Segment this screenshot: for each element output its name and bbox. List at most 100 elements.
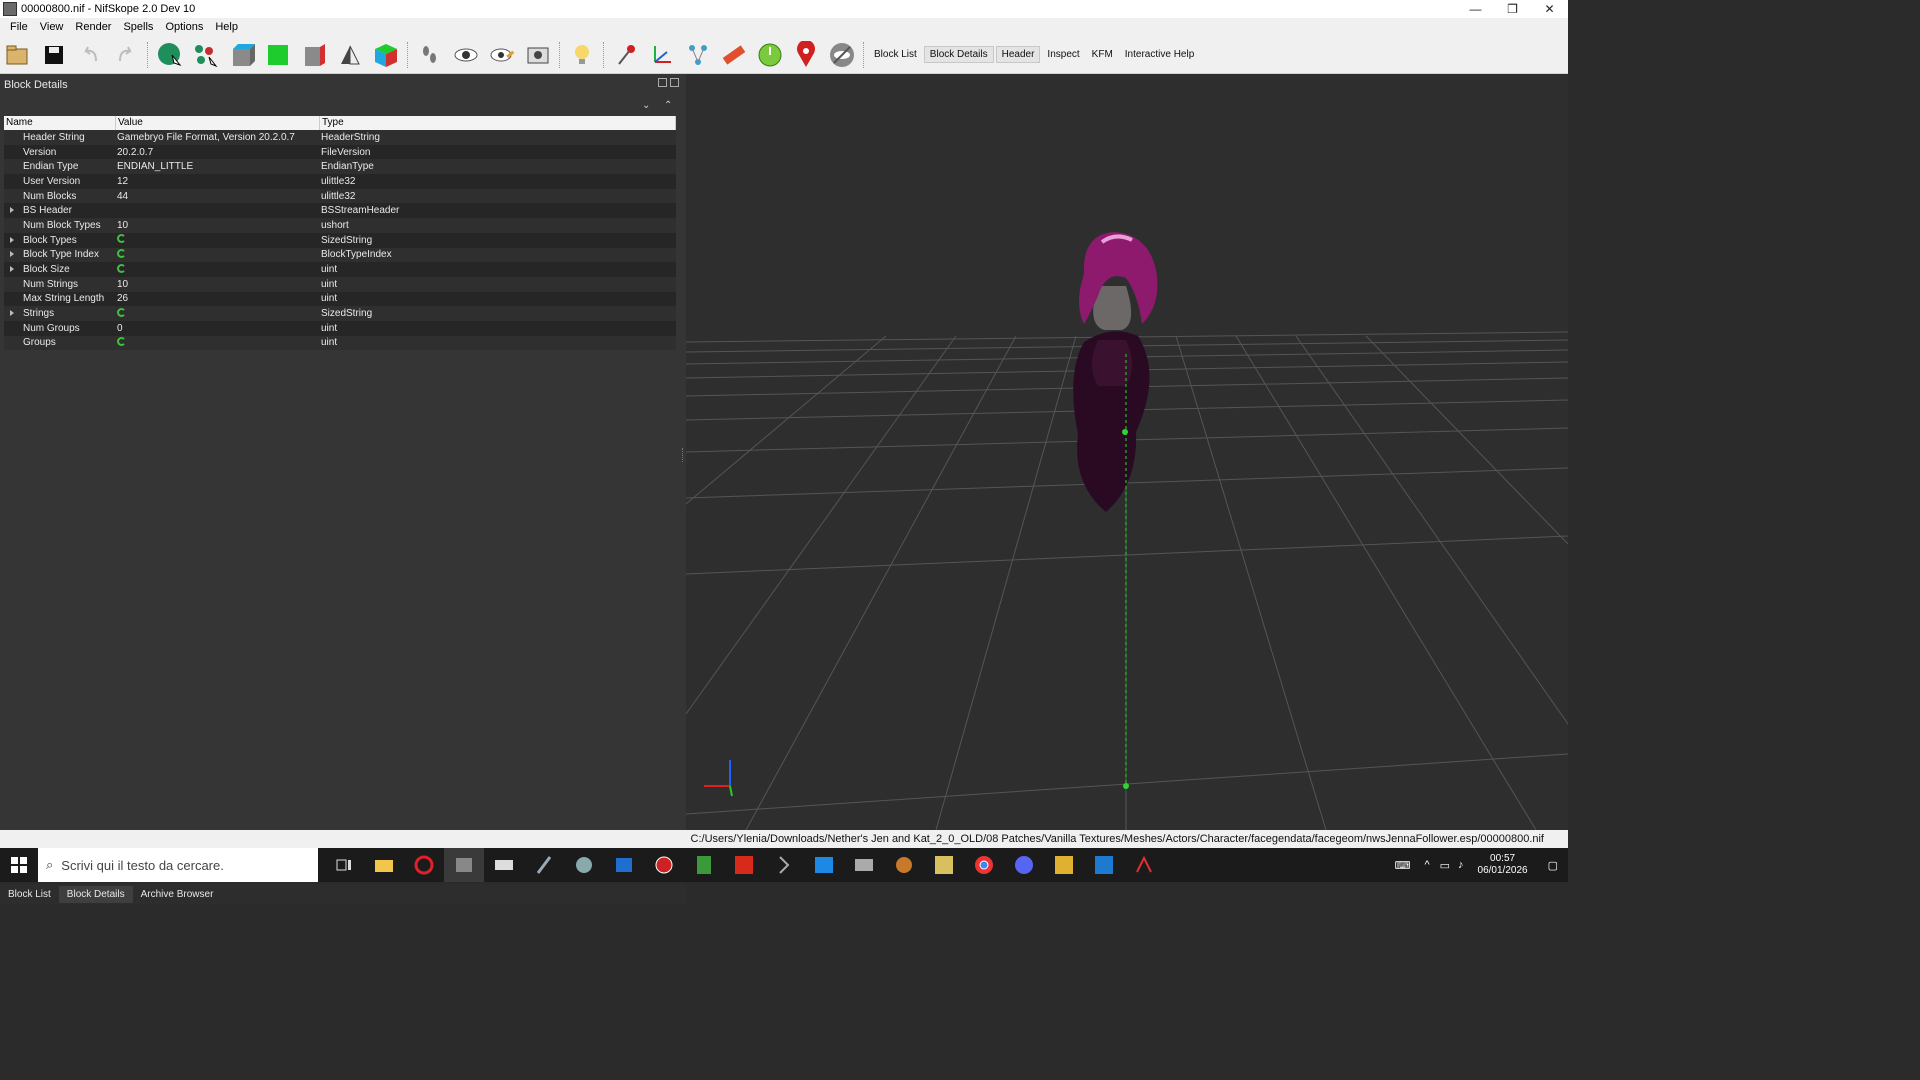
- row-value[interactable]: 0: [116, 323, 320, 334]
- column-name-header[interactable]: Name: [4, 116, 116, 130]
- expand-arrow-icon[interactable]: [10, 251, 14, 258]
- start-button[interactable]: [0, 848, 38, 882]
- app-icon-14[interactable]: [884, 848, 924, 882]
- show-axes-button[interactable]: [611, 40, 641, 70]
- show-constraints-button[interactable]: [719, 40, 749, 70]
- row-value[interactable]: 10: [116, 279, 320, 290]
- table-row[interactable]: Version 20.2.0.7 FileVersion: [4, 144, 676, 160]
- tab-block-list[interactable]: Block List: [0, 886, 59, 903]
- app-icon-19[interactable]: [1084, 848, 1124, 882]
- menu-view[interactable]: View: [34, 21, 70, 33]
- row-value[interactable]: 20.2.0.7: [116, 147, 320, 158]
- 3d-viewport[interactable]: [686, 74, 1568, 830]
- column-type-header[interactable]: Type: [320, 116, 676, 130]
- expand-arrow-icon[interactable]: [10, 266, 14, 273]
- expand-arrow-icon[interactable]: [10, 310, 14, 317]
- select-vertex-button[interactable]: [191, 40, 221, 70]
- volume-icon[interactable]: ♪: [1458, 859, 1464, 871]
- show-collision-button[interactable]: [755, 40, 785, 70]
- menu-file[interactable]: File: [4, 21, 34, 33]
- toggle-kfm[interactable]: KFM: [1087, 47, 1118, 62]
- toggle-block-details[interactable]: Block Details: [923, 46, 994, 63]
- expand-arrow-icon[interactable]: [10, 207, 14, 214]
- show-markers-button[interactable]: [791, 40, 821, 70]
- undo-button[interactable]: [75, 40, 105, 70]
- hide-effects-button[interactable]: [827, 40, 857, 70]
- app-icon-4[interactable]: [484, 848, 524, 882]
- app-icon-13[interactable]: [844, 848, 884, 882]
- view-front-button[interactable]: [263, 40, 293, 70]
- app-icon-6[interactable]: [564, 848, 604, 882]
- table-row[interactable]: Num Block Types 10 ushort: [4, 218, 676, 233]
- table-row[interactable]: User Version 12 ulittle32: [4, 174, 676, 189]
- keyboard-icon[interactable]: ⌨: [1395, 859, 1411, 872]
- row-value[interactable]: [116, 263, 320, 276]
- table-row[interactable]: Block Type Index BlockTypeIndex: [4, 247, 676, 263]
- row-value[interactable]: 12: [116, 176, 320, 187]
- show-nodes-button[interactable]: [487, 40, 517, 70]
- nifskope-taskbar-icon[interactable]: [444, 848, 484, 882]
- file-explorer-icon[interactable]: [364, 848, 404, 882]
- menu-spells[interactable]: Spells: [117, 21, 159, 33]
- screenshot-button[interactable]: [523, 40, 553, 70]
- table-row[interactable]: Groups uint: [4, 335, 676, 351]
- row-value[interactable]: Gamebryo File Format, Version 20.2.0.7: [116, 132, 320, 143]
- close-panel-icon[interactable]: [670, 78, 679, 87]
- app-icon-18[interactable]: [1044, 848, 1084, 882]
- chrome-icon[interactable]: [964, 848, 1004, 882]
- table-row[interactable]: Strings SizedString: [4, 306, 676, 321]
- task-view-icon[interactable]: [324, 848, 364, 882]
- app-icon-5[interactable]: [524, 848, 564, 882]
- refresh-icon[interactable]: [117, 234, 126, 244]
- discord-icon[interactable]: [1004, 848, 1044, 882]
- notification-icon[interactable]: ▢: [1548, 859, 1558, 872]
- taskbar-search-box[interactable]: ⌕ Scrivi qui il testo da cercare.: [38, 848, 318, 882]
- table-row[interactable]: BS Header BSStreamHeader: [4, 203, 676, 219]
- clock[interactable]: 00:57 06/01/2026: [1478, 853, 1528, 877]
- table-row[interactable]: Num Blocks 44 ulittle32: [4, 188, 676, 204]
- view-top-button[interactable]: [227, 40, 257, 70]
- refresh-icon[interactable]: [117, 336, 126, 346]
- toggle-header[interactable]: Header: [995, 46, 1041, 63]
- refresh-icon[interactable]: [117, 307, 126, 317]
- row-value[interactable]: [116, 248, 320, 261]
- menu-help[interactable]: Help: [209, 21, 244, 33]
- row-value[interactable]: [116, 336, 320, 349]
- redo-button[interactable]: [111, 40, 141, 70]
- close-button[interactable]: ✕: [1531, 0, 1568, 18]
- table-row[interactable]: Num Strings 10 uint: [4, 276, 676, 292]
- tab-archive-browser[interactable]: Archive Browser: [133, 886, 222, 903]
- app-icon-11[interactable]: [764, 848, 804, 882]
- app-icon-8[interactable]: [644, 848, 684, 882]
- row-value[interactable]: 44: [116, 191, 320, 202]
- maximize-button[interactable]: ❐: [1494, 0, 1531, 18]
- refresh-icon[interactable]: [117, 263, 126, 273]
- app-icon-10[interactable]: [724, 848, 764, 882]
- table-row[interactable]: Max String Length 26 uint: [4, 291, 676, 307]
- table-row[interactable]: Block Types SizedString: [4, 232, 676, 248]
- row-value[interactable]: ENDIAN_LITTLE: [116, 161, 320, 172]
- panel-splitter[interactable]: [682, 448, 684, 462]
- row-value[interactable]: 10: [116, 220, 320, 231]
- row-value[interactable]: [116, 307, 320, 320]
- toggle-interactive-help[interactable]: Interactive Help: [1120, 47, 1199, 62]
- table-row[interactable]: Num Groups 0 uint: [4, 320, 676, 336]
- app-icon-7[interactable]: [604, 848, 644, 882]
- app-icon-20[interactable]: [1124, 848, 1164, 882]
- view-side-button[interactable]: [299, 40, 329, 70]
- menu-options[interactable]: Options: [159, 21, 209, 33]
- opera-icon[interactable]: [404, 848, 444, 882]
- refresh-icon[interactable]: [117, 248, 126, 258]
- show-skeleton-button[interactable]: [683, 40, 713, 70]
- menu-render[interactable]: Render: [69, 21, 117, 33]
- load-button[interactable]: [3, 40, 33, 70]
- app-icon-9[interactable]: [684, 848, 724, 882]
- lighting-button[interactable]: [567, 40, 597, 70]
- show-xyz-button[interactable]: [647, 40, 677, 70]
- toggle-inspect[interactable]: Inspect: [1042, 47, 1084, 62]
- save-button[interactable]: [39, 40, 69, 70]
- toggle-block-list[interactable]: Block List: [869, 47, 922, 62]
- float-panel-icon[interactable]: [658, 78, 667, 87]
- view-user-button[interactable]: [335, 40, 365, 70]
- column-value-header[interactable]: Value: [116, 116, 320, 130]
